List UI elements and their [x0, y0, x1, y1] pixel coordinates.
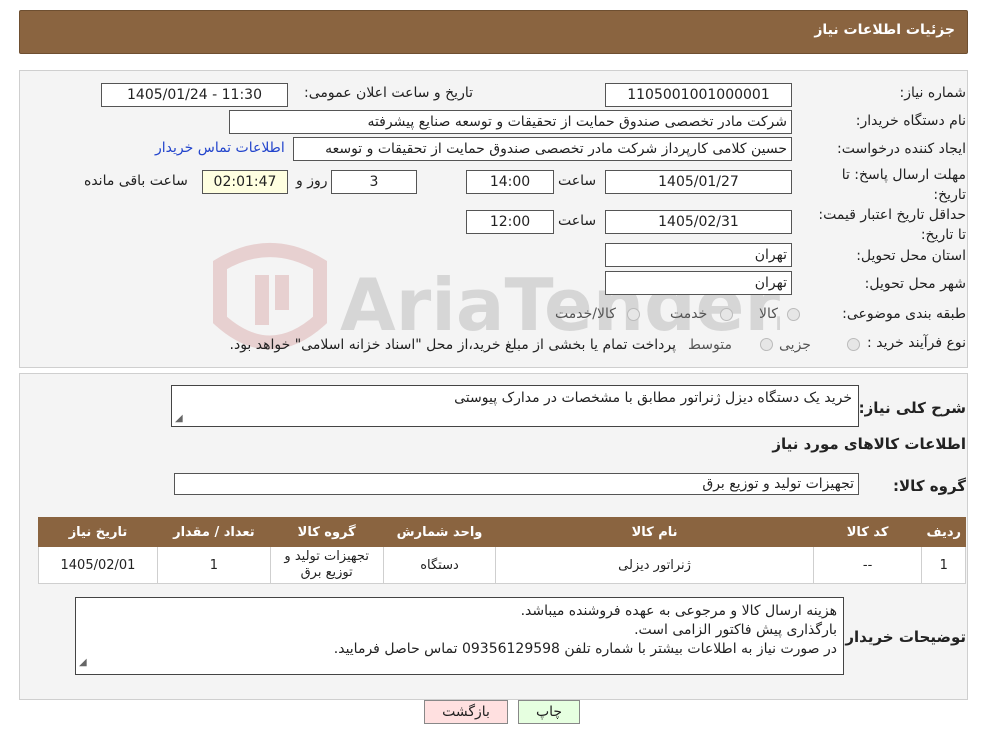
- cell-need-date: 1405/02/01: [38, 546, 158, 584]
- validity-time-field[interactable]: 12:00: [466, 210, 554, 234]
- summary-textarea[interactable]: خرید یک دستگاه دیزل ژنراتور مطابق با مشخ…: [171, 385, 859, 427]
- buyer-org-field[interactable]: شرکت مادر تخصصی صندوق حمایت از تحقیقات و…: [229, 110, 792, 134]
- cell-unit: دستگاه: [382, 546, 497, 584]
- city-field[interactable]: تهران: [605, 271, 792, 295]
- page-header: جزئیات اطلاعات نیاز: [19, 10, 968, 54]
- back-button[interactable]: بازگشت: [424, 700, 508, 724]
- summary-label: شرح کلی نیاز:: [858, 399, 966, 417]
- province-field[interactable]: تهران: [605, 243, 792, 267]
- deadline-label: مهلت ارسال پاسخ: تا تاریخ:: [841, 167, 966, 203]
- city-label: شهر محل تحویل:: [864, 276, 966, 292]
- goods-group-label: گروه کالا:: [893, 477, 966, 495]
- resize-grip-icon[interactable]: ◢: [175, 413, 183, 424]
- announce-datetime-field[interactable]: 1405/01/24 - 11:30: [101, 83, 288, 107]
- cell-quantity: 1: [156, 546, 271, 584]
- remaining-days-field[interactable]: 3: [331, 170, 417, 194]
- col-need-date: تاریخ نیاز: [38, 517, 158, 547]
- buyer-org-label: نام دستگاه خریدار:: [855, 113, 966, 129]
- requester-field[interactable]: حسین کلامی کارپرداز شرکت مادر تخصصی صندو…: [293, 137, 792, 161]
- cell-item-code: --: [812, 546, 923, 584]
- buyer-note-line: در صورت نیاز به اطلاعات بیشتر با شماره ت…: [333, 641, 837, 657]
- col-item-code: کد کالا: [812, 517, 923, 547]
- col-goods-group: گروه کالا: [269, 517, 384, 547]
- category-service-label: خدمت: [670, 306, 708, 322]
- buyer-note-line: هزینه ارسال کالا و مرجوعی به عهده فروشند…: [520, 603, 837, 619]
- cell-item-name: ژنراتور دیزلی: [495, 546, 814, 584]
- category-service-radio[interactable]: [720, 308, 733, 321]
- process-type-label: نوع فرآیند خرید :: [867, 335, 966, 351]
- page-title: جزئیات اطلاعات نیاز: [814, 22, 955, 38]
- need-number-label: شماره نیاز:: [899, 85, 967, 101]
- remaining-time-field[interactable]: 02:01:47: [202, 170, 288, 194]
- table-row[interactable]: 1 -- ژنراتور دیزلی دستگاه تجهیزات تولید …: [38, 546, 966, 584]
- need-number-field[interactable]: 1105001001000001: [605, 83, 792, 107]
- days-and-label: روز و: [296, 173, 328, 189]
- col-unit: واحد شمارش: [382, 517, 497, 547]
- validity-date-field[interactable]: 1405/02/31: [605, 210, 792, 234]
- buyer-note-line: بارگذاری پیش فاکتور الزامی است.: [634, 622, 837, 638]
- process-medium-label: متوسط: [688, 337, 732, 353]
- announce-label: تاریخ و ساعت اعلان عمومی:: [304, 85, 473, 101]
- deadline-time-word: ساعت: [558, 173, 597, 189]
- deadline-date-field[interactable]: 1405/01/27: [605, 170, 792, 194]
- process-minor-radio[interactable]: [847, 338, 860, 351]
- buyer-contact-link[interactable]: اطلاعات تماس خریدار: [155, 140, 285, 156]
- summary-text: خرید یک دستگاه دیزل ژنراتور مطابق با مشخ…: [454, 390, 852, 406]
- col-row-number: ردیف: [921, 517, 966, 547]
- remaining-time-label: ساعت باقی مانده: [84, 173, 188, 189]
- category-goods-label: کالا: [759, 306, 778, 322]
- goods-info-title: اطلاعات کالاهای مورد نیاز: [772, 435, 966, 453]
- cell-row-number: 1: [921, 546, 966, 584]
- buyer-notes-textarea[interactable]: هزینه ارسال کالا و مرجوعی به عهده فروشند…: [75, 597, 844, 675]
- category-goods-radio[interactable]: [787, 308, 800, 321]
- category-goods-service-label: کالا/خدمت: [555, 306, 616, 322]
- process-minor-label: جزیی: [779, 337, 811, 353]
- buyer-notes-label: توضیحات خریدار:: [839, 628, 966, 646]
- requester-label: ایجاد کننده درخواست:: [837, 141, 966, 157]
- process-medium-radio[interactable]: [760, 338, 773, 351]
- province-label: استان محل تحویل:: [856, 248, 966, 264]
- treasury-note: پرداخت تمام یا بخشی از مبلغ خرید،از محل …: [229, 337, 676, 353]
- items-table: ردیف کد کالا نام کالا واحد شمارش گروه کا…: [38, 517, 966, 584]
- col-quantity: تعداد / مقدار: [156, 517, 271, 547]
- cell-goods-group: تجهیزات تولید و توزیع برق: [269, 546, 384, 584]
- category-label: طبقه بندی موضوعی:: [842, 306, 966, 322]
- validity-time-word: ساعت: [558, 213, 597, 229]
- deadline-time-field[interactable]: 14:00: [466, 170, 554, 194]
- table-header-row: ردیف کد کالا نام کالا واحد شمارش گروه کا…: [38, 517, 966, 547]
- price-validity-label: حداقل تاریخ اعتبار قیمت: تا تاریخ:: [818, 207, 966, 243]
- resize-grip-icon[interactable]: ◢: [79, 653, 87, 672]
- category-goods-service-radio[interactable]: [627, 308, 640, 321]
- print-button[interactable]: چاپ: [518, 700, 580, 724]
- col-item-name: نام کالا: [495, 517, 814, 547]
- goods-group-field[interactable]: تجهیزات تولید و توزیع برق: [174, 473, 859, 495]
